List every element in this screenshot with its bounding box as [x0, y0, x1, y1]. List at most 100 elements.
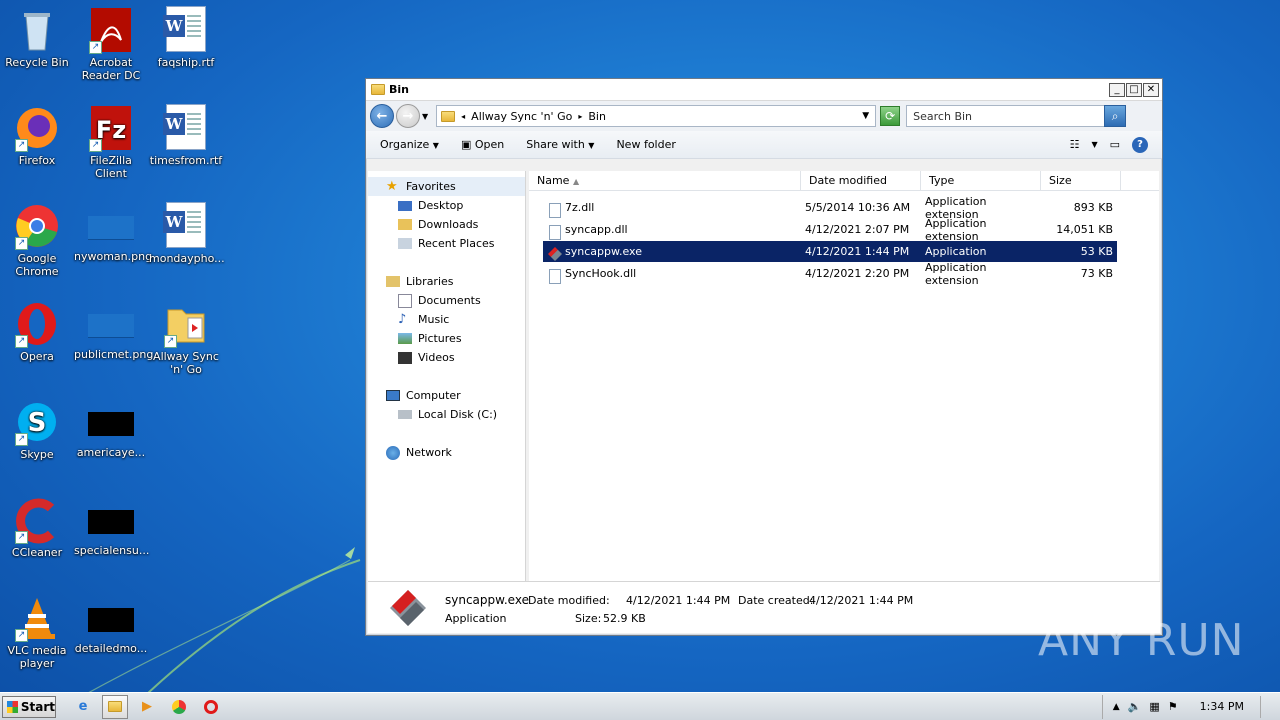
taskbar-chrome[interactable] [166, 695, 192, 719]
nav-desktop[interactable]: Desktop [368, 196, 525, 215]
nav-recent-places[interactable]: Recent Places [368, 234, 525, 253]
desktop-icon-allway-sync[interactable]: ↗ Allway Sync 'n' Go [149, 300, 223, 376]
desktop-icon-firefox[interactable]: ↗ Firefox [0, 104, 74, 167]
desktop-icon-label: nywoman.png [74, 250, 153, 263]
network-tray-icon[interactable]: ▦ [1149, 700, 1159, 713]
nav-network[interactable]: Network [368, 443, 525, 462]
nav-computer[interactable]: Computer [368, 386, 525, 405]
command-bar: Organize ▼ ▣ Open Share with ▼ New folde… [366, 131, 1162, 159]
desktop-icon-acrobat[interactable]: ↗ Acrobat Reader DC [74, 6, 148, 82]
file-list[interactable]: Name ▲ Date modified Type Size 7z.dll 5/… [529, 171, 1159, 581]
file-row-7z-dll[interactable]: 7z.dll 5/5/2014 10:36 AM Application ext… [543, 195, 1117, 221]
nav-music[interactable]: ♪ Music [368, 310, 525, 329]
column-date-modified[interactable]: Date modified [801, 171, 921, 190]
recent-pages-chevron-icon[interactable]: ▼ [422, 112, 428, 121]
desktop-icon-detailedmo[interactable]: detailedmo... [74, 594, 148, 655]
taskbar-opera[interactable] [198, 695, 224, 719]
desktop-icon-opera[interactable]: ↗ Opera [0, 300, 74, 363]
nav-pictures[interactable]: Pictures [368, 329, 525, 348]
back-button[interactable]: ← [370, 104, 394, 128]
desktop-icon-specialensu[interactable]: specialensu... [74, 496, 149, 557]
windows-logo-icon [7, 700, 18, 713]
system-tray: ▲ 🔈 ▦ ⚑ 1:34 PM [1101, 694, 1280, 719]
desktop-icon-timesfrom[interactable]: W timesfrom.rtf [149, 104, 223, 167]
desktop-icon-faqship[interactable]: W faqship.rtf [149, 6, 223, 69]
recycle-bin-icon [24, 13, 50, 51]
desktop-icon-ccleaner[interactable]: ↗ CCleaner [0, 496, 74, 559]
clock[interactable]: 1:34 PM [1200, 700, 1244, 713]
nav-favorites[interactable]: ★ Favorites [368, 177, 525, 196]
folder-icon [371, 84, 385, 95]
nav-downloads[interactable]: Downloads [368, 215, 525, 234]
desktop-icon-skype[interactable]: S ↗ Skype [0, 398, 74, 461]
documents-icon [398, 293, 412, 308]
taskbar-explorer[interactable] [102, 694, 128, 719]
taskbar-media-player[interactable]: ▶ [134, 695, 160, 719]
address-dropdown-icon[interactable]: ▼ [862, 111, 869, 121]
desktop-icon-chrome[interactable]: ↗ Google Chrome [0, 202, 74, 278]
chevron-right-icon: ◂ [461, 111, 466, 121]
title-bar[interactable]: Bin _ □ ✕ [366, 79, 1162, 101]
file-row-syncapp-dll[interactable]: syncapp.dll 4/12/2021 2:07 PM Applicatio… [543, 217, 1117, 243]
desktop-icon-publicmet[interactable]: publicmet.png [74, 300, 153, 361]
address-bar[interactable]: ◂ Allway Sync 'n' Go ▸ Bin ▼ [436, 105, 877, 127]
help-icon[interactable]: ? [1132, 136, 1148, 153]
close-button[interactable]: ✕ [1143, 82, 1159, 97]
desktop-icon-label: Allway Sync 'n' Go [153, 350, 219, 376]
maximize-button[interactable]: □ [1126, 82, 1142, 97]
desktop-icon-recycle-bin[interactable]: Recycle Bin [0, 6, 74, 69]
desktop-icon-nywoman[interactable]: nywoman.png [74, 202, 152, 263]
column-type[interactable]: Type [921, 171, 1041, 190]
search-icon[interactable]: ⌕ [1104, 105, 1127, 127]
taskbar-ie[interactable]: e [70, 695, 96, 719]
minimize-button[interactable]: _ [1109, 82, 1125, 97]
forward-button[interactable]: → [396, 104, 420, 128]
refresh-button[interactable]: ⟳ [880, 106, 901, 126]
desktop-icon-label: FileZilla Client [90, 154, 132, 180]
chevron-right-icon: ▸ [578, 111, 583, 121]
nav-videos[interactable]: Videos [368, 348, 525, 367]
file-row-syncappw-exe[interactable]: syncappw.exe 4/12/2021 1:44 PM Applicati… [543, 241, 1117, 262]
new-folder-button[interactable]: New folder [616, 138, 675, 151]
desktop-icon-filezilla[interactable]: Fz ↗ FileZilla Client [74, 104, 148, 180]
nav-documents[interactable]: Documents [368, 291, 525, 310]
open-button[interactable]: ▣ Open [461, 138, 504, 151]
desktop-icon-vlc[interactable]: ↗ VLC media player [0, 594, 74, 670]
desktop-icon-mondaypho[interactable]: W mondaypho... [149, 202, 225, 265]
sort-ascending-icon: ▲ [572, 177, 580, 186]
svg-text:S: S [28, 408, 47, 438]
view-options-icon[interactable]: ☷ [1070, 138, 1080, 151]
search-input[interactable]: Search Bin ⌕ [906, 105, 1127, 127]
organize-button[interactable]: Organize ▼ [380, 138, 439, 151]
black-thumbnail [88, 412, 134, 436]
details-created-value: 4/12/2021 1:44 PM [809, 594, 914, 607]
column-size[interactable]: Size [1041, 171, 1121, 190]
preview-pane-icon[interactable]: ▭ [1110, 138, 1120, 151]
explorer-window[interactable]: Bin _ □ ✕ ← → ▼ ◂ Allway Sync 'n' Go ▸ B… [365, 78, 1163, 636]
column-name[interactable]: Name ▲ [529, 171, 801, 190]
watermark: ANY RUN [1038, 615, 1245, 666]
music-icon: ♪ [398, 311, 407, 327]
nav-libraries[interactable]: Libraries [368, 272, 525, 291]
desktop-icon-label: americaye... [76, 446, 146, 459]
desktop-icon-americaye[interactable]: americaye... [74, 398, 148, 459]
volume-icon[interactable]: 🔈 [1128, 700, 1142, 713]
share-with-button[interactable]: Share with ▼ [526, 138, 594, 151]
desktop-icon-label: Google Chrome [15, 252, 59, 278]
breadcrumb-bin[interactable]: Bin [588, 110, 606, 123]
pictures-icon [398, 333, 412, 344]
details-modified-label: Date modified: [528, 594, 610, 607]
dll-file-icon [549, 225, 561, 240]
media-player-icon: ▶ [142, 699, 152, 714]
file-row-synchook-dll[interactable]: SyncHook.dll 4/12/2021 2:20 PM Applicati… [543, 261, 1117, 287]
start-button[interactable]: Start [2, 695, 56, 718]
show-hidden-icons-icon[interactable]: ▲ [1113, 702, 1120, 712]
desktop-icon-label: Firefox [18, 154, 56, 167]
black-thumbnail [88, 510, 134, 534]
network-icon [386, 445, 400, 460]
show-desktop-button[interactable] [1260, 695, 1270, 718]
action-center-flag-icon[interactable]: ⚑ [1168, 700, 1178, 713]
nav-local-disk[interactable]: Local Disk (C:) [368, 405, 525, 424]
view-dropdown-icon[interactable]: ▼ [1091, 140, 1097, 149]
breadcrumb-allway-sync[interactable]: Allway Sync 'n' Go [471, 110, 572, 123]
